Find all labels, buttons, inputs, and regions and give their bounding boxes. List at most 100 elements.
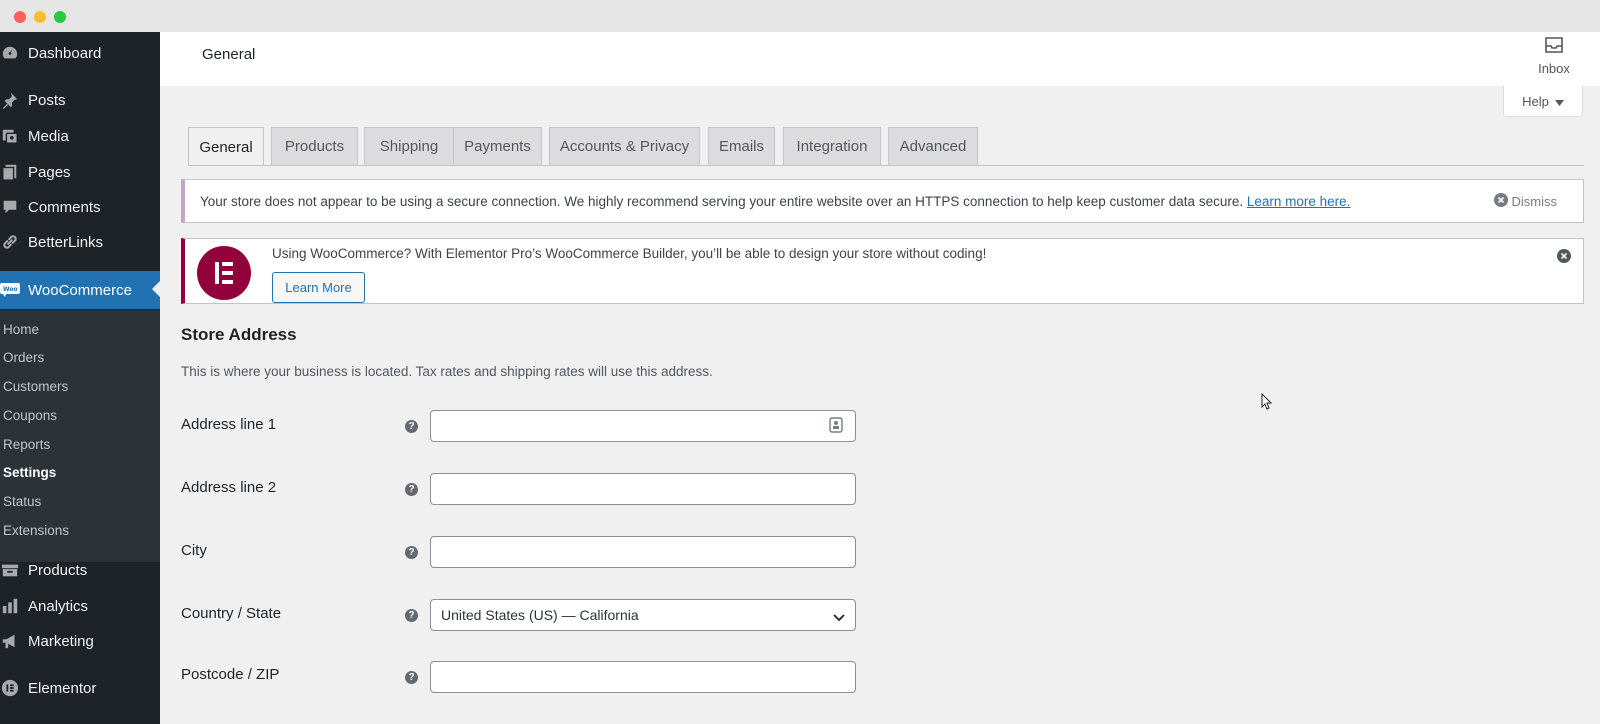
submenu-item-customers[interactable]: Customers — [3, 379, 68, 394]
country-state-select[interactable]: United States (US) — California — [430, 599, 856, 631]
postcode-field[interactable] — [430, 661, 856, 693]
close-circle-icon — [1493, 193, 1508, 210]
bar-chart-icon — [0, 596, 20, 616]
archive-icon — [0, 560, 20, 580]
sidebar-item-label: Pages — [28, 163, 71, 181]
select-value: United States (US) — California — [441, 607, 639, 623]
submenu-item-home[interactable]: Home — [3, 322, 39, 337]
sidebar-item-label: Comments — [28, 198, 101, 216]
caret-down-icon — [1554, 94, 1564, 109]
app-window: Dashboard Posts Media Pages Comments Bet… — [0, 0, 1600, 724]
tab-label: Integration — [796, 138, 868, 155]
tab-label: Accounts & Privacy — [559, 138, 690, 155]
close-icon[interactable] — [1557, 249, 1571, 268]
address1-label: Address line 1 — [181, 416, 277, 433]
help-tip-icon[interactable]: ? — [405, 671, 418, 684]
sidebar-item-pages[interactable]: Pages — [0, 154, 160, 190]
admin-sidebar: Dashboard Posts Media Pages Comments Bet… — [0, 32, 160, 724]
submenu-item-reports[interactable]: Reports — [3, 437, 50, 452]
maximize-window-button[interactable] — [54, 11, 66, 23]
contact-card-icon[interactable] — [829, 417, 843, 438]
section-title: Store Address — [181, 325, 297, 344]
tab-shipping[interactable]: Shipping — [364, 127, 454, 165]
woocommerce-submenu: Home Orders Customers Coupons Reports Se… — [0, 310, 160, 562]
woo-icon: Woo — [0, 280, 20, 300]
inbox-icon — [1544, 37, 1564, 58]
sidebar-item-media[interactable]: Media — [0, 118, 160, 154]
megaphone-icon — [0, 631, 20, 651]
learn-more-button[interactable]: Learn More — [272, 272, 365, 303]
notice-message: Your store does not appear to be using a… — [200, 194, 1244, 209]
sidebar-item-posts[interactable]: Posts — [0, 82, 160, 118]
tab-label: Advanced — [899, 138, 967, 155]
city-label: City — [181, 542, 207, 559]
sidebar-item-comments[interactable]: Comments — [0, 189, 160, 225]
page-header: General Inbox — [160, 32, 1600, 86]
tab-label: Shipping — [379, 138, 439, 155]
comment-icon — [0, 197, 20, 217]
tab-products[interactable]: Products — [271, 127, 358, 165]
sidebar-item-label: Dashboard — [28, 44, 102, 62]
tabs-divider — [188, 165, 1584, 166]
sidebar-item-marketing[interactable]: Marketing — [0, 623, 160, 659]
submenu-item-orders[interactable]: Orders — [3, 350, 44, 365]
svg-text:Woo: Woo — [3, 286, 18, 293]
dashboard-icon — [0, 43, 20, 63]
submenu-item-coupons[interactable]: Coupons — [3, 408, 57, 423]
tab-integration[interactable]: Integration — [783, 127, 881, 165]
city-field[interactable] — [430, 536, 856, 568]
country-state-label: Country / State — [181, 605, 282, 622]
sidebar-item-elementor[interactable]: Elementor — [0, 670, 160, 706]
page-title: General — [202, 46, 256, 63]
sidebar-item-label: Products — [28, 561, 88, 579]
section-description: This is where your business is located. … — [181, 364, 713, 379]
address2-label: Address line 2 — [181, 479, 277, 496]
tab-label: Payments — [464, 138, 531, 155]
https-notice: Your store does not appear to be using a… — [181, 179, 1584, 223]
link-icon — [0, 232, 20, 252]
learn-more-link[interactable]: Learn more here. — [1247, 194, 1351, 209]
notice-text: Using WooCommerce? With Elementor Pro’s … — [272, 246, 987, 261]
help-button[interactable]: Help — [1503, 86, 1583, 117]
help-tip-icon[interactable]: ? — [405, 420, 418, 433]
help-tip-icon[interactable]: ? — [405, 483, 418, 496]
sidebar-item-label: Media — [28, 127, 69, 145]
sidebar-item-label: Elementor — [28, 679, 97, 697]
sidebar-item-analytics[interactable]: Analytics — [0, 588, 160, 624]
address1-field[interactable] — [430, 410, 856, 442]
inbox-button[interactable]: Inbox — [1534, 36, 1574, 76]
notice-text: Your store does not appear to be using a… — [200, 194, 1350, 209]
active-indicator — [152, 281, 160, 297]
close-window-button[interactable] — [14, 11, 26, 23]
mouse-cursor-icon — [1261, 392, 1273, 416]
tab-accounts-privacy[interactable]: Accounts & Privacy — [549, 127, 700, 165]
sidebar-item-dashboard[interactable]: Dashboard — [0, 35, 160, 71]
submenu-item-status[interactable]: Status — [3, 494, 41, 509]
inbox-label: Inbox — [1538, 61, 1570, 76]
pages-icon — [0, 162, 20, 182]
tab-label: Emails — [718, 138, 764, 155]
tab-payments[interactable]: Payments — [453, 127, 542, 165]
sidebar-item-products[interactable]: Products — [0, 552, 160, 588]
elementor-icon — [0, 678, 20, 698]
tab-advanced[interactable]: Advanced — [888, 127, 978, 165]
tab-label: Products — [284, 138, 345, 155]
sidebar-item-woocommerce[interactable]: Woo WooCommerce — [0, 271, 160, 309]
tab-general[interactable]: General — [188, 127, 264, 166]
sidebar-item-label: Analytics — [28, 597, 89, 615]
help-tip-icon[interactable]: ? — [405, 546, 418, 559]
help-tip-icon[interactable]: ? — [405, 609, 418, 622]
address2-field[interactable] — [430, 473, 856, 505]
submenu-item-extensions[interactable]: Extensions — [3, 523, 69, 538]
pin-icon — [0, 90, 20, 110]
dismiss-label: Dismiss — [1511, 194, 1558, 209]
elementor-logo-icon — [197, 246, 251, 300]
sidebar-item-label: Marketing — [28, 632, 94, 650]
dismiss-button[interactable]: Dismiss — [1493, 193, 1558, 210]
elementor-notice: Using WooCommerce? With Elementor Pro’s … — [181, 238, 1584, 304]
chevron-down-icon — [833, 609, 845, 625]
submenu-item-settings[interactable]: Settings — [3, 465, 56, 480]
minimize-window-button[interactable] — [34, 11, 46, 23]
tab-emails[interactable]: Emails — [708, 127, 775, 165]
sidebar-item-betterlinks[interactable]: BetterLinks — [0, 224, 160, 260]
